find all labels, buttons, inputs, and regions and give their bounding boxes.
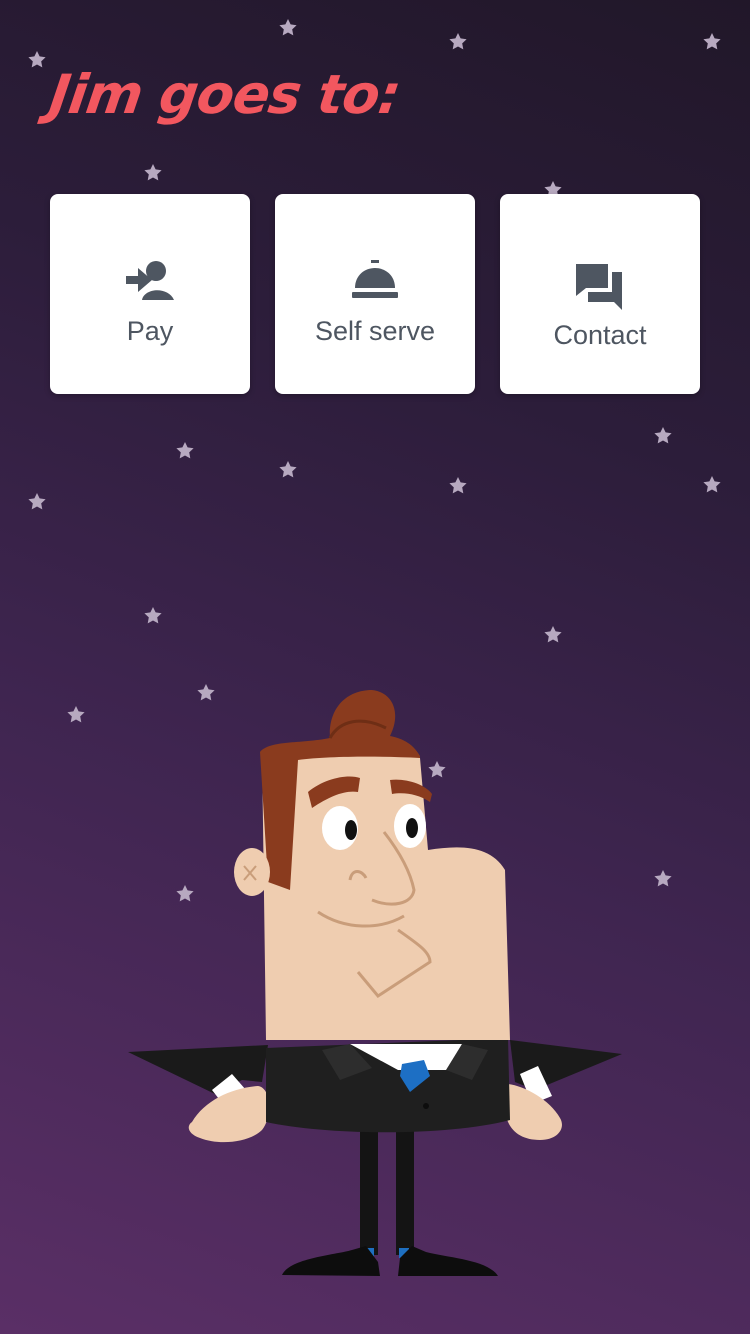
jim-character (128, 690, 622, 1276)
pay-icon (126, 261, 174, 300)
chat-icon (576, 264, 622, 310)
bell-icon (352, 260, 398, 298)
self-serve-button[interactable]: Self serve (275, 194, 475, 394)
pay-label: Pay (126, 316, 174, 346)
page-title: Jim goes to: (45, 63, 404, 126)
action-tiles: Pay Self serve Contact (50, 194, 700, 394)
contact-label: Contact (553, 320, 647, 350)
self-serve-label: Self serve (314, 316, 436, 346)
pay-button[interactable]: Pay (50, 194, 250, 394)
contact-button[interactable]: Contact (500, 194, 700, 394)
